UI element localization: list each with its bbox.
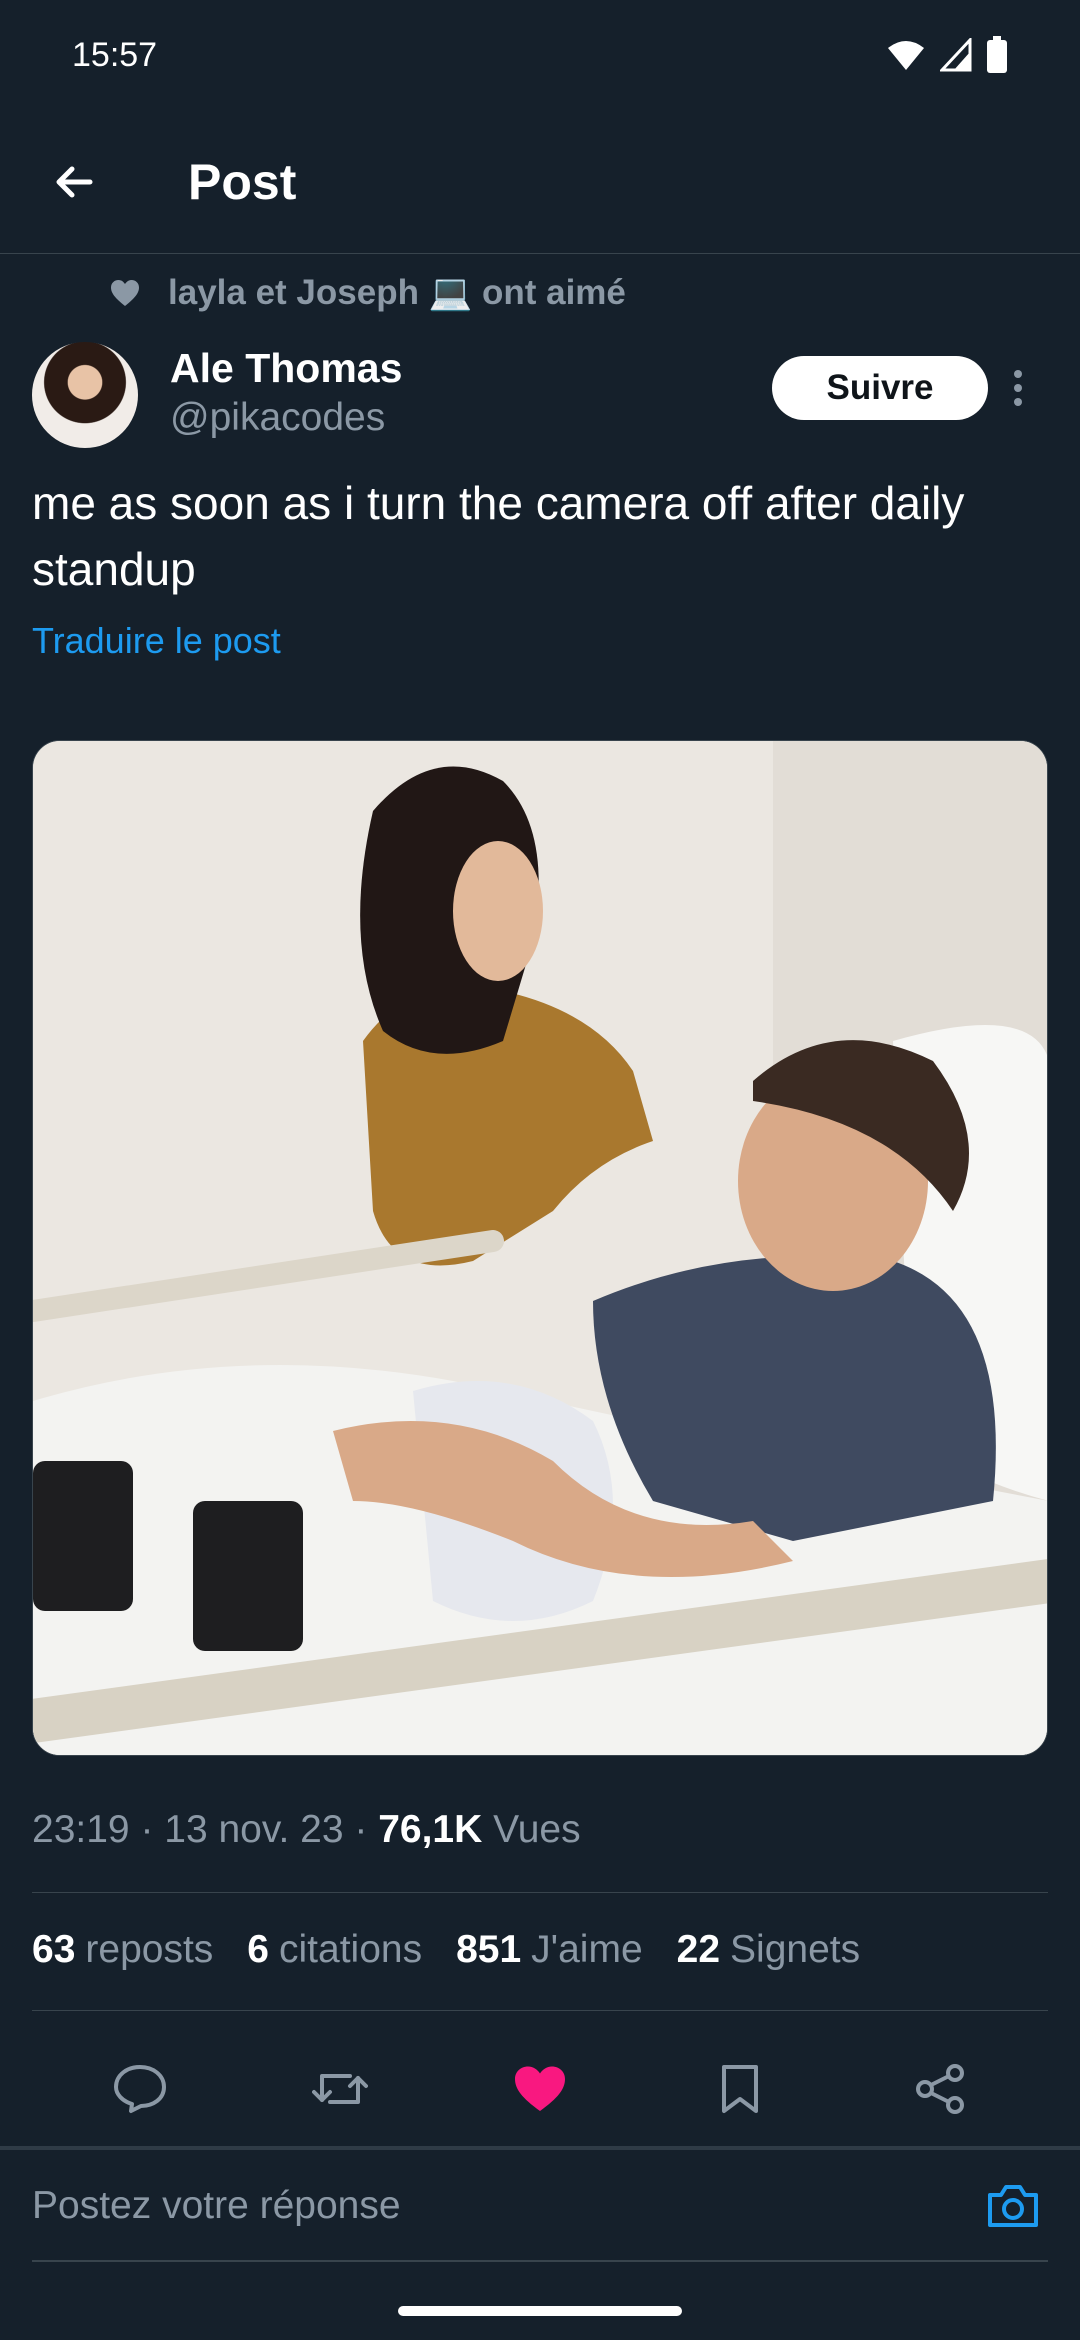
action-bar	[0, 2034, 1080, 2144]
home-indicator[interactable]	[398, 2306, 682, 2316]
status-bar: 15:57	[0, 0, 1080, 110]
post-meta: 23:19 · 13 nov. 23 · 76,1K Vues	[32, 1808, 581, 1852]
author-names[interactable]: Ale Thomas @pikacodes	[170, 342, 402, 442]
camera-icon	[988, 2185, 1038, 2227]
status-icons	[886, 36, 1008, 74]
heart-icon	[111, 279, 139, 306]
reply-icon	[114, 2065, 166, 2113]
battery-icon	[987, 36, 1007, 73]
like-icon	[515, 2066, 565, 2111]
meta-separator: ·	[129, 1808, 165, 1851]
more-options-button[interactable]	[988, 356, 1048, 420]
engagement-stats: 63 reposts 6 citations 851 J'aime 22 Signets	[32, 1928, 860, 1972]
avatar[interactable]	[32, 342, 138, 448]
views-count: 76,1K	[378, 1808, 483, 1851]
divider	[32, 1892, 1048, 1893]
social-context-text: layla et Joseph 💻 ont aimé	[168, 273, 626, 312]
meta-separator: ·	[343, 1808, 379, 1851]
reply-button[interactable]	[95, 2044, 185, 2134]
divider	[32, 2010, 1048, 2011]
post-photo	[33, 741, 1047, 1755]
stat-bookmarks[interactable]: 22 Signets	[677, 1928, 860, 1972]
reply-underline	[32, 2260, 1048, 2262]
stat-likes[interactable]: 851 J'aime	[456, 1928, 643, 1972]
bookmark-icon	[722, 2065, 758, 2113]
repost-icon	[312, 2074, 368, 2104]
repost-button[interactable]	[295, 2044, 385, 2134]
wifi-icon	[888, 41, 924, 70]
translate-post-link[interactable]: Traduire le post	[32, 620, 281, 662]
post-time: 23:19	[32, 1808, 130, 1851]
author-row: Ale Thomas @pikacodes Suivre	[32, 342, 1048, 452]
share-button[interactable]	[895, 2044, 985, 2134]
author-handle: @pikacodes	[170, 396, 386, 439]
reply-input[interactable]: Postez votre réponse	[32, 2184, 401, 2228]
share-icon	[916, 2064, 964, 2114]
social-context[interactable]: layla et Joseph 💻 ont aimé	[110, 272, 626, 313]
like-button[interactable]	[495, 2044, 585, 2134]
views-label: Vues	[493, 1808, 581, 1851]
signal-icon	[940, 38, 972, 72]
back-button[interactable]	[26, 134, 122, 230]
author-name: Ale Thomas	[170, 345, 403, 391]
status-time: 15:57	[72, 35, 158, 74]
stat-citations[interactable]: 6 citations	[247, 1928, 422, 1972]
camera-button[interactable]	[978, 2171, 1048, 2241]
page-title: Post	[188, 153, 297, 210]
bookmark-button[interactable]	[695, 2044, 785, 2134]
post-date: 13 nov. 23	[164, 1808, 344, 1851]
more-vertical-icon	[1014, 370, 1022, 406]
follow-button[interactable]: Suivre	[772, 356, 988, 420]
stat-reposts[interactable]: 63 reposts	[32, 1928, 213, 1972]
post-text: me as soon as i turn the camera off afte…	[32, 477, 965, 595]
post-image[interactable]	[32, 740, 1048, 1756]
reply-composer[interactable]: Postez votre réponse	[0, 2146, 1080, 2262]
top-app-bar: Post	[0, 110, 1080, 254]
arrow-left-icon	[56, 166, 93, 197]
